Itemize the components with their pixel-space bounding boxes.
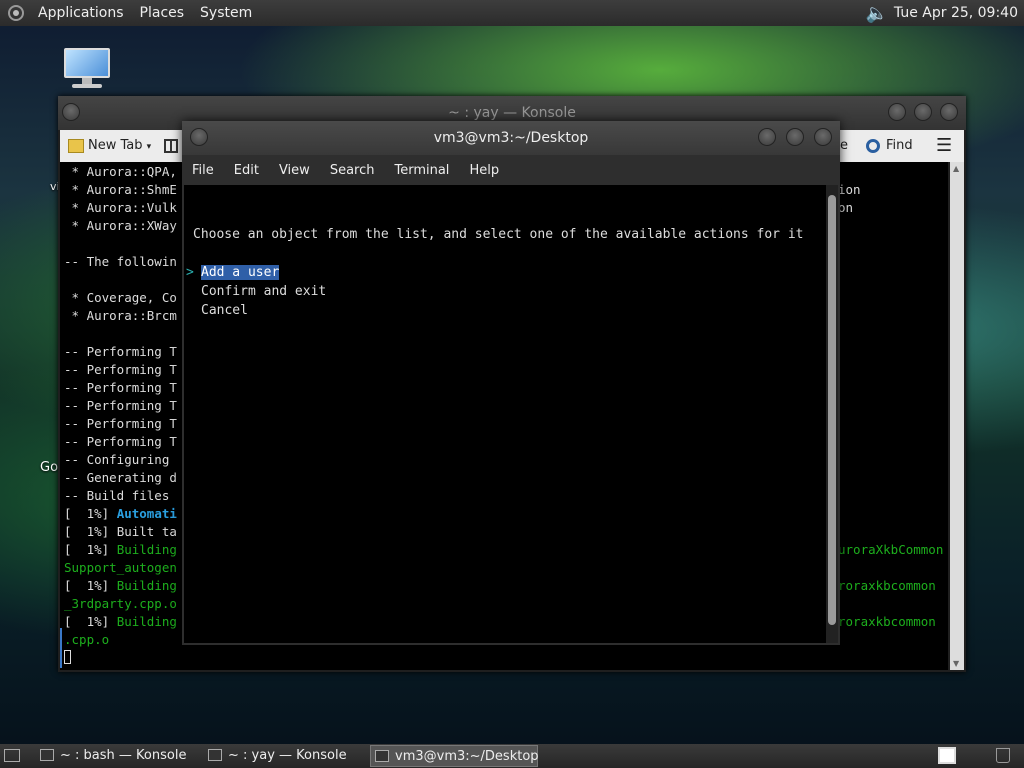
menu-search[interactable]: Search [320, 163, 385, 178]
progress-prefix: [ 1%] [64, 506, 117, 521]
progress-prefix: [ 1%] [64, 614, 117, 629]
workspace-switcher-icon[interactable] [938, 747, 956, 764]
terminal-line: -- Performing T [64, 434, 177, 449]
window-title: vm3@vm3:~/Desktop [433, 130, 589, 146]
menu-file[interactable]: File [182, 163, 224, 178]
system-menu[interactable]: System [192, 0, 260, 26]
terminal-line: * Aurora::QPA, [64, 164, 177, 179]
terminal-window-front[interactable]: vm3@vm3:~/Desktop File Edit View Search … [182, 121, 840, 645]
scrollbar-thumb[interactable] [828, 195, 836, 625]
terminal-line: -- Generating d [64, 470, 177, 485]
places-menu[interactable]: Places [132, 0, 193, 26]
progress-prefix: [ 1%] [64, 524, 117, 539]
build-progress-line: .cpp.o [64, 632, 109, 647]
menu-terminal[interactable]: Terminal [384, 163, 459, 178]
terminal-line: * Aurora::XWay [64, 218, 177, 233]
terminal-content[interactable]: Choose an object from the list, and sele… [184, 185, 826, 643]
menu-edit[interactable]: Edit [224, 163, 269, 178]
terminal-line: -- Performing T [64, 362, 177, 377]
window-menu-icon[interactable] [62, 103, 80, 121]
build-progress-line: [ 1%] Automati [64, 506, 177, 521]
scrollbar[interactable] [826, 185, 838, 643]
taskbar-item-bash[interactable]: ~ : bash — Konsole [36, 745, 220, 767]
hamburger-menu-icon[interactable]: ☰ [936, 130, 952, 162]
progress-prefix: [ 1%] [64, 542, 117, 557]
terminal-icon [208, 749, 222, 761]
terminal-line-right: on [838, 200, 854, 215]
build-progress-line: Support_autogen [64, 560, 177, 575]
option-confirm-exit[interactable]: Confirm and exit [201, 284, 326, 299]
progress-text: Building [116, 614, 177, 629]
top-panel: Applications Places System 🔈 Tue Apr 25,… [0, 0, 1024, 26]
build-progress-line: [ 1%] Building [64, 542, 177, 557]
progress-text: Building [116, 542, 177, 557]
clock[interactable]: Tue Apr 25, 09:40 [894, 5, 1018, 21]
progress-prefix: [ 1%] [64, 578, 117, 593]
maximize-icon[interactable] [914, 103, 932, 121]
close-icon[interactable] [814, 128, 832, 146]
find-button[interactable]: Find [866, 130, 913, 162]
progress-text-right: roraxkbcommon [838, 614, 936, 629]
terminal-line: * Aurora::Brcm [64, 308, 177, 323]
terminal-icon [40, 749, 54, 761]
terminal-menubar: File Edit View Search Terminal Help [182, 155, 840, 185]
toolbar-partial-label[interactable]: e [840, 130, 848, 162]
build-progress-line: [ 1%] Built ta [64, 524, 177, 539]
window-title: ~ : yay — Konsole [448, 105, 576, 121]
progress-text-right: uroraXkbCommon [838, 542, 944, 557]
build-progress-line: [ 1%] Building [64, 578, 177, 593]
terminal-line: * Coverage, Co [64, 290, 177, 305]
terminal-line: * Aurora::Vulk [64, 200, 177, 215]
close-icon[interactable] [940, 103, 958, 121]
show-desktop-icon[interactable] [4, 749, 20, 762]
progress-text: _3rdparty.cpp.o [64, 596, 177, 611]
terminal-line: -- Performing T [64, 344, 177, 359]
desktop-label-fragment[interactable]: Go [40, 460, 58, 475]
trash-icon[interactable] [996, 748, 1010, 763]
taskbar: ~ : bash — Konsole ~ : yay — Konsole vm3… [0, 744, 1024, 768]
menu-view[interactable]: View [269, 163, 320, 178]
focus-indicator [60, 628, 62, 668]
prompt-text: Choose an object from the list, and sele… [193, 227, 804, 242]
minimize-icon[interactable] [888, 103, 906, 121]
progress-text: Support_autogen [64, 560, 177, 575]
window-titlebar[interactable]: vm3@vm3:~/Desktop [182, 121, 840, 155]
taskbar-item-yay[interactable]: ~ : yay — Konsole [204, 745, 388, 767]
terminal-icon [375, 750, 389, 762]
terminal-line-right: ion [838, 182, 861, 197]
taskbar-item-desktop[interactable]: vm3@vm3:~/Desktop [370, 745, 539, 767]
new-tab-button[interactable]: New Tab ▾ [68, 130, 151, 162]
search-icon [866, 138, 880, 153]
progress-text: Built ta [116, 524, 177, 539]
scrollbar[interactable]: ▲ ▼ [950, 162, 964, 670]
computer-desktop-icon[interactable] [64, 48, 112, 90]
menu-help[interactable]: Help [459, 163, 509, 178]
selection-marker: > [186, 265, 194, 280]
terminal-line: -- Build files [64, 488, 170, 503]
distro-logo-icon[interactable] [8, 5, 24, 21]
split-view-icon[interactable] [164, 130, 178, 162]
terminal-line: -- Performing T [64, 380, 177, 395]
window-menu-icon[interactable] [190, 128, 208, 146]
panel-tray: 🔈 Tue Apr 25, 09:40 [865, 0, 1018, 26]
progress-text: Automati [116, 506, 177, 521]
build-progress-line: [ 1%] Building [64, 614, 177, 629]
progress-text-right: roraxkbcommon [838, 578, 936, 593]
progress-text: Building [116, 578, 177, 593]
terminal-line: -- The followin [64, 254, 177, 269]
option-cancel[interactable]: Cancel [201, 303, 248, 318]
new-tab-icon [68, 138, 84, 153]
terminal-line: -- Performing T [64, 416, 177, 431]
volume-icon[interactable]: 🔈 [865, 3, 887, 24]
terminal-line: -- Configuring [64, 452, 170, 467]
minimize-icon[interactable] [758, 128, 776, 146]
terminal-cursor [64, 650, 71, 664]
progress-text: .cpp.o [64, 632, 110, 647]
terminal-line: -- Performing T [64, 398, 177, 413]
maximize-icon[interactable] [786, 128, 804, 146]
terminal-line: * Aurora::ShmE [64, 182, 177, 197]
build-progress-line: _3rdparty.cpp.o [64, 596, 177, 611]
applications-menu[interactable]: Applications [30, 0, 132, 26]
option-add-user[interactable]: Add a user [201, 265, 280, 280]
